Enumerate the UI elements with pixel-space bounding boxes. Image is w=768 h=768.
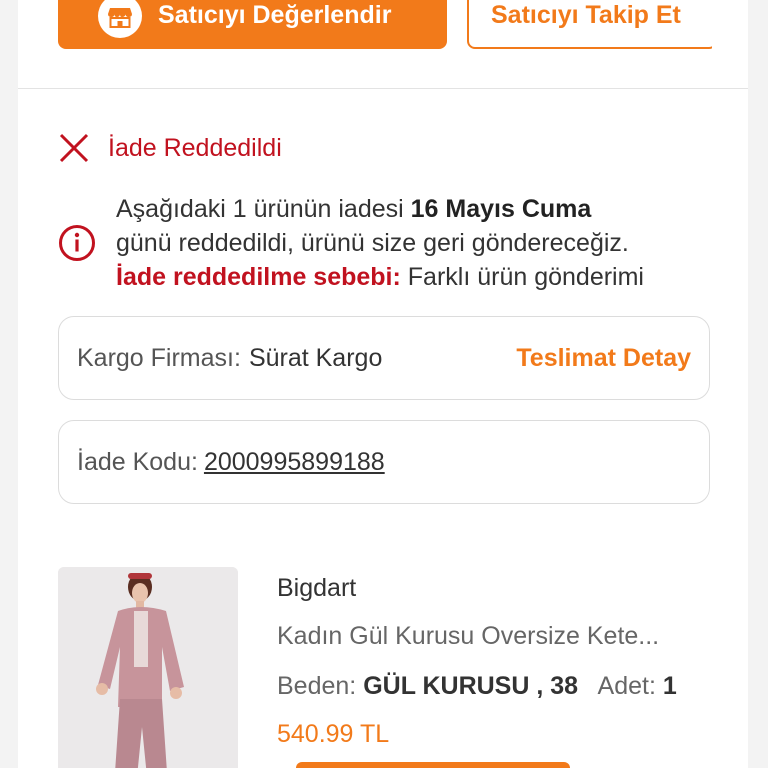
info-line-1: Aşağıdaki 1 ürünün iadesi 16 Mayıs Cuma [116, 195, 592, 223]
product-info: Bigdart Kadın Gül Kurusu Oversize Kete..… [277, 570, 717, 756]
product-brand: Bigdart [277, 574, 357, 602]
info-line-2: günü reddedildi, ürünü size geri göndere… [116, 229, 629, 257]
product-action-button[interactable] [296, 762, 570, 768]
info-icon [59, 225, 95, 261]
return-code-box: İade Kodu: 2000995899188 [58, 420, 710, 504]
delivery-detail-link[interactable]: Teslimat Detay [516, 344, 691, 373]
follow-seller-label: Satıcıyı Takip Et [491, 1, 681, 29]
reason-label: İade reddedilme sebebi: [116, 263, 401, 291]
return-status-title: İade Reddedildi [108, 133, 282, 162]
quantity-label: Adet: [597, 672, 656, 700]
shipping-label: Kargo Firması: [77, 343, 241, 372]
rate-seller-label: Satıcıyı Değerlendir [158, 1, 392, 29]
product-title[interactable]: Kadın Gül Kurusu Oversize Kete... [277, 610, 707, 660]
product-image[interactable] [58, 567, 238, 768]
follow-seller-button[interactable]: Satıcıyı Takip Et [467, 0, 717, 49]
product-variant: Beden: GÜL KURUSU , 38 Adet: 1 [277, 660, 717, 708]
close-icon [59, 133, 89, 163]
shipping-company: Sürat Kargo [248, 343, 383, 372]
size-label: Beden: [277, 672, 357, 700]
return-code-label: İade Kodu: [77, 447, 198, 476]
info-line-3: İade reddedilme sebebi: Farklı ürün gönd… [116, 260, 736, 294]
card-right-edge [712, 0, 748, 52]
size-value: GÜL KURUSU , 38 [363, 672, 579, 700]
return-date: 16 Mayıs Cuma [410, 195, 592, 223]
product-price: 540.99 TL [277, 720, 390, 748]
shipping-info-box: Kargo Firması: Sürat Kargo Teslimat Deta… [58, 316, 710, 400]
quantity-value: 1 [662, 672, 677, 700]
reason-value: Farklı ürün gönderimi [400, 263, 644, 291]
store-icon [98, 0, 142, 38]
return-code-value[interactable]: 2000995899188 [204, 448, 385, 477]
rate-seller-button[interactable]: Satıcıyı Değerlendir [58, 0, 447, 49]
return-status-header: İade Reddedildi [58, 132, 282, 164]
section-divider [18, 88, 748, 89]
